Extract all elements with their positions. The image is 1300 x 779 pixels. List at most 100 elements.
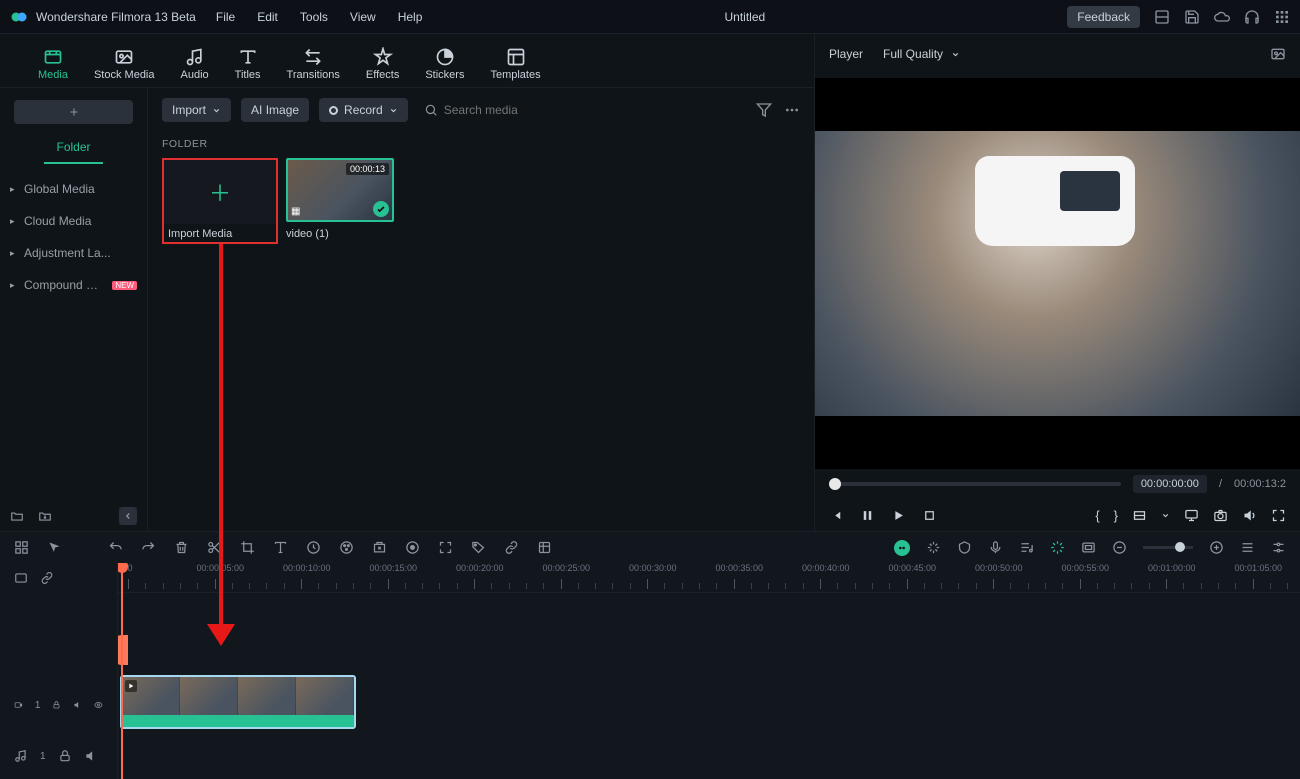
snapshot-icon[interactable] (1270, 46, 1286, 62)
music-list-icon[interactable] (1019, 540, 1034, 555)
search-icon[interactable] (424, 103, 438, 117)
layout-icon[interactable] (1154, 9, 1170, 25)
toggle-grid-icon[interactable] (14, 540, 29, 555)
delete-range-icon[interactable] (372, 540, 387, 555)
media-main: Import AI Image Record (148, 88, 814, 531)
sidebar-item-adjustment-layer[interactable]: ▸ Adjustment La... (0, 238, 147, 268)
tab-templates[interactable]: Templates (486, 47, 544, 81)
video-track-header[interactable]: 1 (0, 677, 117, 733)
mic-icon[interactable] (988, 540, 1003, 555)
expand-icon[interactable] (438, 540, 453, 555)
timeline-right[interactable]: 00:0000:00:05:0000:00:10:0000:00:15:0000… (118, 563, 1300, 779)
color-icon[interactable] (339, 540, 354, 555)
menu-view[interactable]: View (350, 10, 376, 24)
folder-out-icon[interactable] (10, 509, 24, 523)
tab-transitions[interactable]: Transitions (283, 47, 344, 81)
speed-icon[interactable] (306, 540, 321, 555)
save-icon[interactable] (1184, 9, 1200, 25)
zoom-slider[interactable] (1143, 546, 1193, 549)
prev-frame-icon[interactable] (829, 508, 844, 523)
play-icon[interactable] (891, 508, 906, 523)
menu-edit[interactable]: Edit (257, 10, 278, 24)
thumb-display-icon[interactable] (14, 571, 28, 585)
keyframe-icon[interactable] (405, 540, 420, 555)
folder-in-icon[interactable] (38, 509, 52, 523)
menu-file[interactable]: File (216, 10, 235, 24)
play-pause-icon[interactable] (860, 508, 875, 523)
record-button[interactable]: Record (319, 98, 408, 122)
stop-icon[interactable] (922, 508, 937, 523)
playhead-handle[interactable] (118, 635, 128, 665)
track-area[interactable] (118, 593, 1300, 779)
sidebar-item-compound-clip[interactable]: ▸ Compound Clip NEW (0, 270, 147, 300)
tab-titles[interactable]: Titles (231, 47, 265, 81)
quality-selector[interactable]: Full Quality (883, 47, 960, 61)
playhead[interactable] (121, 563, 123, 779)
search-input[interactable] (444, 103, 644, 117)
link-toggle-icon[interactable] (40, 571, 54, 585)
visibility-icon[interactable] (94, 698, 103, 712)
apps-grid-icon[interactable] (1274, 9, 1290, 25)
view-mode-icon[interactable] (1081, 540, 1096, 555)
import-button[interactable]: Import (162, 98, 231, 122)
sidebar-item-global-media[interactable]: ▸ Global Media (0, 174, 147, 204)
scrub-head[interactable] (829, 478, 841, 490)
cursor-select-icon[interactable] (47, 540, 62, 555)
redo-icon[interactable] (141, 540, 156, 555)
undo-icon[interactable] (108, 540, 123, 555)
player-tab[interactable]: Player (829, 47, 863, 61)
zoom-knob[interactable] (1175, 542, 1185, 552)
display-icon[interactable] (1184, 508, 1199, 523)
timeline-ruler[interactable]: 00:0000:00:05:0000:00:10:0000:00:15:0000… (118, 563, 1300, 593)
delete-icon[interactable] (174, 540, 189, 555)
tab-audio[interactable]: Audio (177, 47, 213, 81)
media-clip-item[interactable]: ▦ 00:00:13 video (1) (286, 158, 396, 244)
tab-stickers[interactable]: Stickers (421, 47, 468, 81)
sidebar-item-cloud-media[interactable]: ▸ Cloud Media (0, 206, 147, 236)
auto-icon[interactable] (1050, 540, 1065, 555)
shield-icon[interactable] (957, 540, 972, 555)
crop-icon[interactable] (240, 540, 255, 555)
text-icon[interactable] (273, 540, 288, 555)
scrub-track[interactable] (829, 482, 1121, 486)
tab-media[interactable]: Media (34, 47, 72, 81)
folder-header[interactable]: Folder (44, 134, 103, 164)
headset-icon[interactable] (1244, 9, 1260, 25)
sparkle-icon[interactable] (926, 540, 941, 555)
tab-stock-media[interactable]: Stock Media (90, 47, 159, 81)
fullscreen-icon[interactable] (1271, 508, 1286, 523)
mark-out-icon[interactable]: } (1114, 508, 1118, 523)
more-options-icon[interactable] (784, 102, 800, 118)
camera-snapshot-icon[interactable] (1213, 508, 1228, 523)
collapse-panel-button[interactable] (119, 507, 137, 525)
add-folder-button[interactable] (14, 100, 133, 124)
import-media-tile[interactable]: ＋ Import Media (162, 158, 278, 244)
mark-in-icon[interactable]: { (1095, 508, 1099, 523)
menu-tools[interactable]: Tools (300, 10, 328, 24)
player-canvas[interactable] (815, 78, 1300, 469)
menu-help[interactable]: Help (398, 10, 423, 24)
tag-icon[interactable] (471, 540, 486, 555)
app-logo-icon (10, 8, 28, 26)
track-settings-icon[interactable] (1271, 540, 1286, 555)
lock-track-icon[interactable] (52, 698, 61, 712)
volume-icon[interactable] (1242, 508, 1257, 523)
ai-image-button[interactable]: AI Image (241, 98, 309, 122)
chevron-down-icon[interactable] (1161, 511, 1170, 520)
zoom-in-icon[interactable] (1209, 540, 1224, 555)
mute-track-icon[interactable] (73, 698, 82, 712)
aspect-ratio-icon[interactable] (1132, 508, 1147, 523)
cloud-icon[interactable] (1214, 9, 1230, 25)
audio-track-header[interactable]: 1 (0, 733, 117, 779)
layers-icon[interactable] (1240, 540, 1255, 555)
marker-box-icon[interactable] (537, 540, 552, 555)
ai-tools-icon[interactable] (894, 540, 910, 556)
lock-audio-icon[interactable] (58, 749, 72, 763)
mute-audio-icon[interactable] (84, 749, 98, 763)
filter-icon[interactable] (756, 102, 772, 118)
timeline-clip[interactable] (120, 675, 356, 729)
zoom-out-icon[interactable] (1112, 540, 1127, 555)
link-icon[interactable] (504, 540, 519, 555)
tab-effects[interactable]: Effects (362, 47, 403, 81)
feedback-button[interactable]: Feedback (1067, 6, 1140, 28)
